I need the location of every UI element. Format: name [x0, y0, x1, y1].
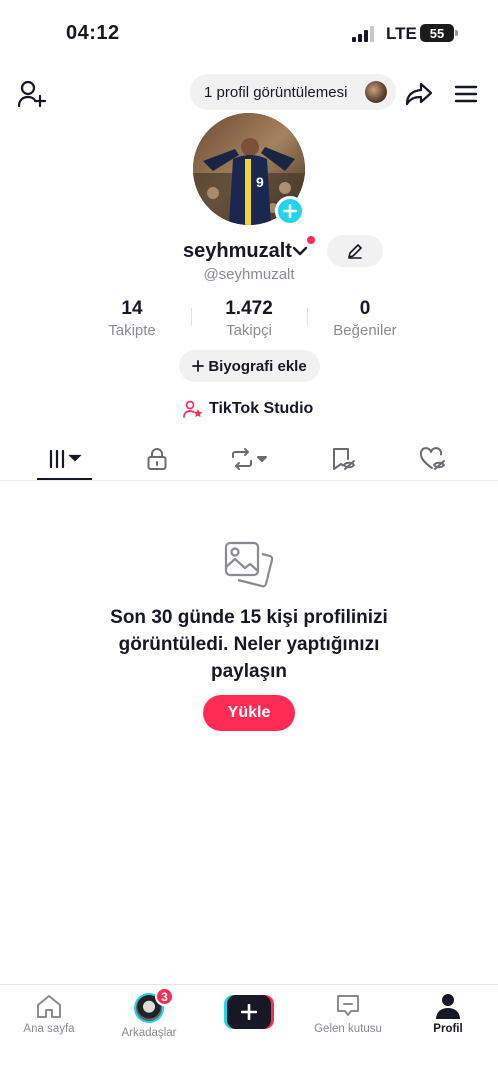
create-button-face: [227, 995, 271, 1029]
tab-favorites[interactable]: [318, 444, 368, 474]
svg-text:9: 9: [256, 174, 264, 190]
nav-home[interactable]: Ana sayfa: [4, 993, 94, 1035]
chevron-down-icon[interactable]: [291, 243, 309, 259]
likes-count: 0: [359, 298, 371, 319]
profile-views-label: 1 profil görüntülemesi: [204, 83, 348, 101]
pencil-icon: [348, 244, 362, 259]
hamburger-menu-icon: [454, 85, 478, 103]
empty-state-message: Son 30 günde 15 kişi profilinizi görüntü…: [110, 607, 388, 682]
menu-button[interactable]: [450, 78, 482, 110]
plus-icon: [192, 360, 205, 372]
add-story-button[interactable]: [275, 196, 305, 226]
bookmark-hidden-icon: [333, 448, 355, 470]
studio-user-star-icon: [183, 400, 203, 418]
add-bio-button[interactable]: Biyografi ekle: [179, 350, 320, 382]
network-label: LTE: [386, 24, 417, 43]
top-nav: 1 profil görüntülemesi: [0, 72, 498, 116]
followers-stat[interactable]: 1.472 Takipçi: [194, 298, 304, 339]
plus-icon: [283, 204, 297, 218]
likes-label: Beğeniler: [333, 322, 397, 339]
nav-inbox[interactable]: Gelen kutusu: [303, 993, 393, 1035]
bottom-nav: Ana sayfa Arkadaşlar 3 Gelen kutusu Prof…: [0, 984, 498, 1080]
tab-videos[interactable]: [37, 444, 92, 474]
share-icon: [405, 82, 433, 106]
nav-friends-label: Arkadaşlar: [121, 1027, 177, 1039]
tiktok-studio-link[interactable]: TikTok Studio: [183, 398, 313, 420]
edit-profile-button[interactable]: [327, 235, 383, 267]
stat-divider: [307, 308, 308, 326]
following-label: Takipte: [108, 322, 156, 339]
viewer-avatar: [365, 81, 387, 103]
following-count: 14: [121, 298, 143, 319]
followers-label: Takipçi: [226, 322, 272, 339]
profile-views-button[interactable]: 1 profil görüntülemesi: [190, 74, 396, 110]
add-friend-button[interactable]: [14, 78, 50, 110]
grid-icon: [49, 449, 82, 469]
status-time: 04:12: [66, 22, 120, 44]
create-post-button[interactable]: [224, 995, 274, 1029]
plus-icon: [241, 1004, 257, 1020]
likes-stat[interactable]: 0 Beğeniler: [310, 298, 420, 339]
add-bio-label: Biyografi ekle: [208, 357, 307, 375]
notification-dot: [307, 236, 315, 244]
lock-icon: [147, 448, 167, 470]
home-icon: [37, 995, 61, 1018]
followers-count: 1.472: [225, 298, 273, 319]
tab-liked[interactable]: [408, 444, 458, 474]
profile-stats: 14 Takipte 1.472 Takipçi 0 Beğeniler: [0, 298, 498, 340]
nav-friends[interactable]: Arkadaşlar: [104, 993, 194, 1039]
active-tab-indicator: [37, 478, 92, 480]
nav-profile[interactable]: Profil: [403, 993, 493, 1035]
battery-icon: 55: [420, 24, 458, 42]
profile-username[interactable]: seyhmuzalt: [183, 240, 292, 263]
studio-label: TikTok Studio: [209, 400, 314, 417]
status-bar: 04:12 LTE 55: [0, 0, 498, 66]
heart-hidden-icon: [419, 447, 445, 470]
tab-reposts[interactable]: [222, 444, 274, 474]
profile-handle: @seyhmuzalt: [203, 266, 295, 283]
stat-divider: [191, 308, 192, 326]
profile-person-icon: [436, 994, 460, 1019]
photo-stack-icon: [224, 541, 274, 588]
upload-button[interactable]: Yükle: [203, 695, 295, 731]
repost-icon: [232, 448, 267, 470]
nav-home-label: Ana sayfa: [23, 1023, 75, 1035]
signal-icon: [352, 26, 374, 42]
add-user-icon: [17, 80, 47, 108]
tab-private[interactable]: [132, 444, 182, 474]
content-tabs: [0, 440, 498, 481]
inbox-icon: [337, 995, 359, 1016]
share-profile-button[interactable]: [402, 78, 436, 110]
nav-profile-label: Profil: [433, 1023, 463, 1035]
nav-inbox-label: Gelen kutusu: [314, 1023, 382, 1035]
following-stat[interactable]: 14 Takipte: [77, 298, 187, 339]
friends-notification-badge: 3: [155, 987, 174, 1006]
